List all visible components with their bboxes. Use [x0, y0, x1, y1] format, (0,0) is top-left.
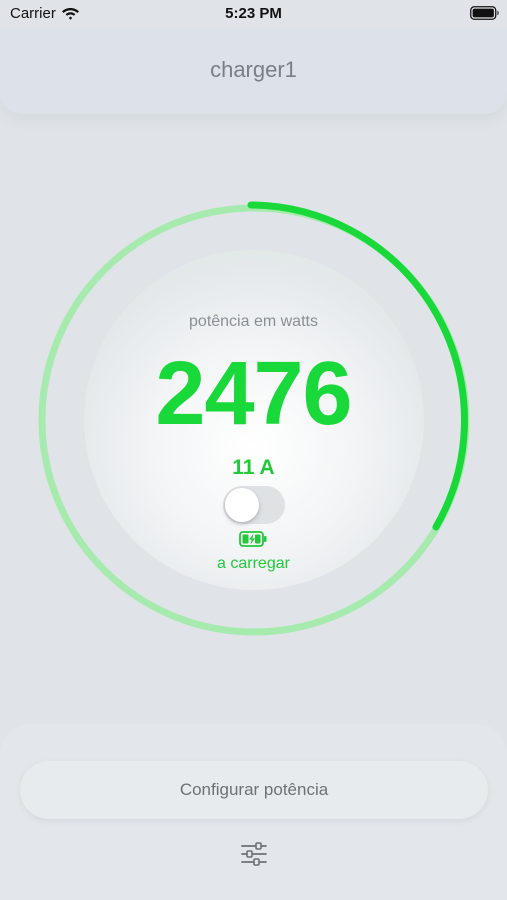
charging-toggle[interactable] [223, 486, 285, 524]
battery-charging-icon [239, 531, 267, 547]
header-bar: charger1 [0, 28, 507, 114]
power-label: potência em watts [189, 313, 318, 330]
page-title: charger1 [210, 57, 297, 82]
current-value: 11 A [232, 456, 275, 479]
toggle-knob [225, 488, 259, 522]
sliders-icon[interactable] [241, 842, 267, 866]
battery-icon [470, 6, 499, 20]
charging-status: a carregar [217, 555, 290, 572]
clock-time: 5:23 PM [225, 5, 282, 22]
power-value: 2476 [155, 344, 352, 444]
configure-power-button[interactable]: Configurar potência [20, 761, 488, 819]
status-bar: Carrier 5:23 PM [0, 0, 507, 28]
